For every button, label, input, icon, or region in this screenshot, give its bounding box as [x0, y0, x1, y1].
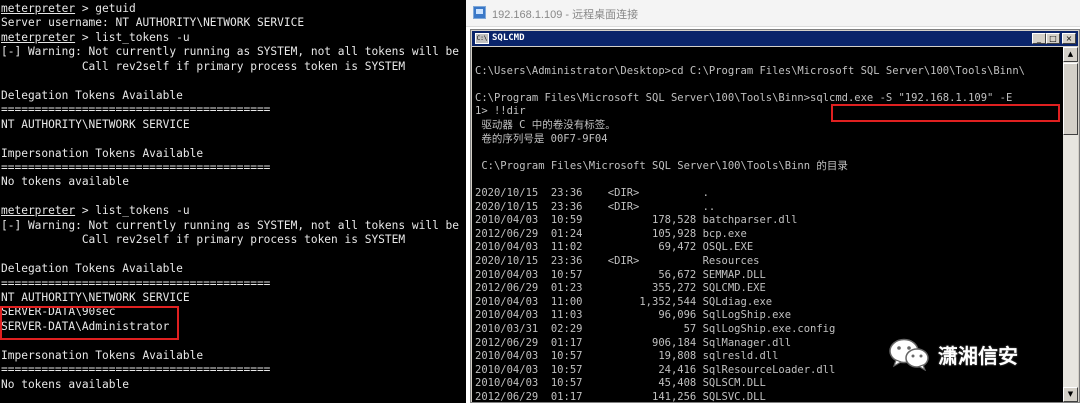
- console-line: 2012/06/29 01:17 141,256 SQLSVC.DLL: [475, 391, 766, 402]
- console-line: 2012/06/29 01:17 906,184 SqlManager.dll: [475, 336, 792, 349]
- remote-desktop-title: 192.168.1.109 - 远程桌面连接: [492, 9, 639, 21]
- remote-desktop-titlebar[interactable]: 192.168.1.109 - 远程桌面连接: [466, 0, 1080, 27]
- console-line: C:\Users\Administrator\Desktop>cd C:\Pro…: [475, 64, 1025, 77]
- terminal-line: NT AUTHORITY\NETWORK SERVICE: [1, 291, 190, 305]
- maximize-button[interactable]: □: [1046, 33, 1060, 44]
- meterpreter-prompt: meterpreter: [1, 204, 76, 218]
- terminal-line: ========================================: [1, 277, 270, 291]
- console-line: 1> !!dir: [475, 105, 526, 118]
- terminal-line: Server username: NT AUTHORITY\NETWORK SE…: [1, 16, 304, 30]
- console-line: C:\Program Files\Microsoft SQL Server\10…: [475, 91, 1013, 104]
- console-line: 卷的序列号是 00F7-9F04: [475, 132, 608, 145]
- console-titlebar[interactable]: C:\ SQLCMD _ □ ×: [472, 31, 1078, 46]
- wechat-icon: [889, 338, 929, 371]
- scroll-up-arrow-icon[interactable]: ▲: [1063, 47, 1078, 62]
- console-line: 2020/10/15 23:36 <DIR> ..: [475, 200, 716, 213]
- terminal-line-text: Server username: NT AUTHORITY\NETWORK SE…: [1, 16, 305, 30]
- terminal-line: Impersonation Tokens Available: [1, 349, 203, 363]
- console-line: 2010/04/03 10:57 19,808 sqlresld.dll: [475, 350, 779, 363]
- terminal-line: Delegation Tokens Available: [1, 89, 183, 103]
- watermark-text: 潇湘信安: [938, 343, 1018, 368]
- console-line: 2010/04/03 11:02 69,472 OSQL.EXE: [475, 241, 754, 254]
- meterpreter-prompt: meterpreter: [1, 2, 76, 15]
- meterpreter-prompt: meterpreter: [1, 30, 76, 44]
- console-line: 2012/06/29 01:24 105,928 bcp.exe: [475, 227, 747, 240]
- console-line: 2010/04/03 11:00 1,352,544 SQLdiag.exe: [475, 295, 773, 308]
- terminal-line-text: ========================================: [1, 103, 271, 117]
- highlighted-tokens-box: [0, 306, 179, 340]
- scroll-down-arrow-icon[interactable]: ▼: [1063, 387, 1078, 402]
- terminal-line: ========================================: [1, 103, 270, 117]
- terminal-line: meterpreter > list_tokens -u: [1, 204, 190, 218]
- terminal-line: meterpreter > list_tokens -u: [1, 31, 190, 45]
- terminal-line-text: No tokens available: [1, 377, 129, 391]
- console-line: 2010/04/03 10:57 24,416 SqlResourceLoade…: [475, 363, 836, 376]
- watermark: 潇湘信安: [888, 336, 1018, 372]
- terminal-line-text: NT AUTHORITY\NETWORK SERVICE: [1, 291, 190, 304]
- terminal-line: Call rev2self if primary process token i…: [1, 233, 405, 247]
- terminal-line: No tokens available: [1, 175, 129, 189]
- terminal-line-text: [-] Warning: Not currently running as SY…: [1, 218, 460, 232]
- terminal-line-text: Impersonation Tokens Available: [1, 348, 204, 362]
- terminal-line-text: ========================================: [1, 363, 271, 377]
- console-line: 2010/04/03 11:03 96,096 SqlLogShip.exe: [475, 309, 792, 322]
- console-line: 2020/10/15 23:36 <DIR> Resources: [475, 255, 760, 267]
- terminal-line-text: > list_tokens -u: [75, 204, 190, 218]
- terminal-line: No tokens available: [1, 378, 129, 392]
- terminal-line-text: Call rev2self if primary process token i…: [1, 233, 406, 247]
- minimize-button[interactable]: _: [1032, 33, 1046, 44]
- console-line: 驱动器 C 中的卷没有标签。: [475, 119, 616, 131]
- terminal-line: [-] Warning: Not currently running as SY…: [1, 219, 459, 233]
- highlighted-command-box: [831, 104, 1060, 122]
- terminal-line: ========================================: [1, 161, 270, 175]
- console-line: 2010/04/03 10:57 56,672 SEMMAP.DLL: [475, 268, 766, 281]
- console-scrollbar[interactable]: ▲ ▼: [1063, 47, 1078, 402]
- console-line: 2010/04/03 10:59 178,528 batchparser.dll: [475, 214, 798, 227]
- terminal-line: NT AUTHORITY\NETWORK SERVICE: [1, 118, 190, 132]
- terminal-line-text: Delegation Tokens Available: [1, 262, 183, 276]
- console-line: C:\Program Files\Microsoft SQL Server\10…: [475, 159, 848, 172]
- terminal-line-text: > getuid: [75, 2, 136, 15]
- terminal-line-text: > list_tokens -u: [75, 30, 190, 44]
- terminal-line: meterpreter > getuid: [1, 2, 136, 16]
- terminal-line-text: [-] Warning: Not currently running as SY…: [1, 45, 460, 59]
- terminal-line: Delegation Tokens Available: [1, 262, 183, 276]
- terminal-line: [-] Warning: Not currently running as SY…: [1, 45, 459, 59]
- terminal-line-text: No tokens available: [1, 175, 129, 189]
- console-line: 2010/04/03 10:57 45,408 SQLSCM.DLL: [475, 377, 766, 390]
- terminal-line-text: ========================================: [1, 160, 271, 174]
- close-button[interactable]: ×: [1062, 33, 1076, 44]
- terminal-line-text: ========================================: [1, 276, 271, 290]
- terminal-line: Call rev2self if primary process token i…: [1, 60, 405, 74]
- console-line: 2020/10/15 23:36 <DIR> .: [475, 187, 709, 199]
- terminal-line: ========================================: [1, 363, 270, 377]
- console-title: SQLCMD: [492, 33, 525, 43]
- terminal-line-text: Delegation Tokens Available: [1, 88, 183, 102]
- meterpreter-terminal[interactable]: meterpreter > getuid Server username: NT …: [0, 0, 466, 403]
- console-line: 2012/06/29 01:23 355,272 SQLCMD.EXE: [475, 282, 766, 295]
- terminal-line-text: Impersonation Tokens Available: [1, 146, 204, 160]
- terminal-line-text: NT AUTHORITY\NETWORK SERVICE: [1, 117, 190, 131]
- console-line: 2010/03/31 02:29 57 SqlLogShip.exe.confi…: [475, 323, 836, 335]
- terminal-line-text: Call rev2self if primary process token i…: [1, 59, 406, 73]
- remote-desktop-icon: [473, 6, 486, 19]
- console-icon: C:\: [475, 33, 489, 44]
- terminal-line: Impersonation Tokens Available: [1, 147, 203, 161]
- scrollbar-thumb[interactable]: [1063, 63, 1078, 135]
